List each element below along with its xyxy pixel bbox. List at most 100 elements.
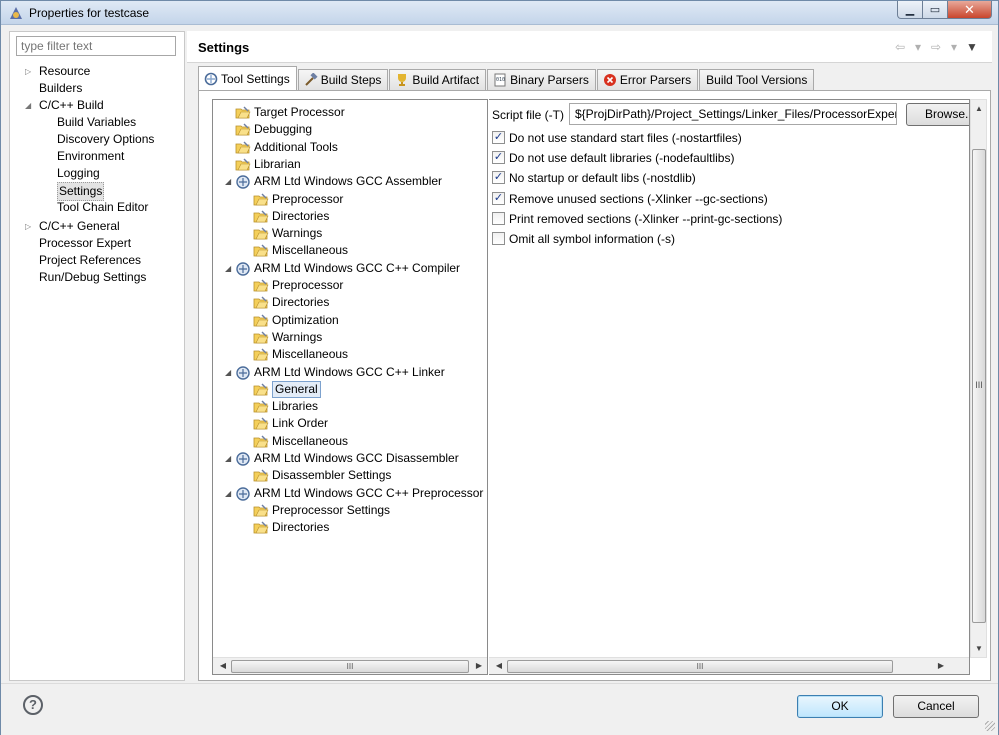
nav-item-label: Build Variables [57,115,137,129]
tree-item-label: Disassembler Settings [272,468,392,483]
tree-item[interactable]: ◢ ARM Ltd Windows GCC Assembler [225,173,475,190]
options-horizontal-scrollbar[interactable]: ◀ III ▶ [489,657,969,674]
cancel-button[interactable]: Cancel [893,695,979,718]
tree-item-label: Miscellaneous [272,243,349,258]
tree-item[interactable]: Warnings [253,225,493,242]
tab-error-parsers[interactable]: Error Parsers [596,69,699,90]
nav-item[interactable]: ▷ C/C++ General [10,218,180,235]
checked-icon[interactable]: ✓ [492,131,505,144]
tree-item[interactable]: ◢ ARM Ltd Windows GCC C++ Preprocessor [225,485,483,502]
nav-item[interactable]: Project References [10,252,180,269]
scroll-left-icon[interactable]: ◀ [491,658,507,674]
scroll-left-icon[interactable]: ◀ [215,658,231,674]
tab-binary-parsers[interactable]: 010 Binary Parsers [487,69,596,90]
nav-item[interactable]: Settings [10,182,180,201]
expand-arrow-icon[interactable]: ▷ [25,218,33,235]
help-icon[interactable]: ? [23,695,43,715]
tree-item[interactable]: Librarian [235,156,475,173]
linker-option-label: Remove unused sections (-Xlinker --gc-se… [509,191,768,206]
collapse-arrow-icon[interactable]: ◢ [225,173,233,190]
scroll-right-icon[interactable]: ▶ [933,658,949,674]
linker-option-checkbox[interactable]: ✓ Do not use standard start files (-nosta… [492,130,932,146]
tree-item[interactable]: Directories [253,208,493,225]
options-vertical-scrollbar[interactable]: ▲ III ▼ [970,99,987,658]
scroll-thumb[interactable]: III [972,149,986,623]
checked-icon[interactable]: ✓ [492,191,505,205]
tree-item[interactable]: Preprocessor [253,191,493,208]
scroll-thumb[interactable]: III [507,660,893,673]
tree-item[interactable]: Miscellaneous [253,433,493,450]
forward-arrow-icon[interactable]: ⇨ [928,40,944,54]
tree-item[interactable]: Warnings [253,329,493,346]
view-menu-icon[interactable]: ▼ [964,40,980,54]
tree-item-label: Preprocessor [272,191,344,206]
linker-option-checkbox[interactable]: Print removed sections (-Xlinker --print… [492,211,932,227]
close-button[interactable]: ✕ [948,1,992,19]
scroll-down-icon[interactable]: ▼ [971,641,987,657]
tree-item[interactable]: Preprocessor [253,277,493,294]
tree-item[interactable]: ◢ ARM Ltd Windows GCC C++ Compiler [225,260,475,277]
resize-grip[interactable] [985,721,995,731]
tree-item-label: General [272,380,321,398]
tab-build-tool-versions[interactable]: Build Tool Versions [699,69,815,90]
collapse-arrow-icon[interactable]: ◢ [225,364,233,381]
nav-item[interactable]: Tool Chain Editor [10,199,180,216]
tab-build-artifact[interactable]: Build Artifact [389,69,487,90]
nav-item[interactable]: Processor Expert [10,235,180,252]
nav-item[interactable]: Discovery Options [10,131,180,148]
settings-folder-icon [253,416,269,432]
nav-item[interactable]: Run/Debug Settings [10,269,180,286]
tree-item[interactable]: Additional Tools [235,139,475,156]
tree-item[interactable]: Miscellaneous [253,242,493,259]
nav-item[interactable]: Build Variables [10,114,180,131]
tree-item-label: ARM Ltd Windows GCC C++ Linker [254,364,445,379]
nav-item[interactable]: Builders [10,80,180,97]
checked-icon[interactable]: ✓ [492,171,505,185]
checked-icon[interactable]: ✓ [492,151,505,165]
tree-item[interactable]: Link Order [253,415,493,432]
collapse-arrow-icon[interactable]: ◢ [25,97,33,114]
linker-option-checkbox[interactable]: ✓ Remove unused sections (-Xlinker --gc-s… [492,191,932,207]
tree-item[interactable]: Disassembler Settings [253,467,493,484]
filter-input[interactable] [16,36,176,56]
tree-item[interactable]: ◢ ARM Ltd Windows GCC Disassembler [225,450,475,467]
tab-build-steps[interactable]: Build Steps [297,69,389,90]
back-menu-icon[interactable]: ▾ [910,40,926,54]
tree-item[interactable]: Directories [253,294,493,311]
browse-button[interactable]: Browse... [906,103,969,126]
expand-arrow-icon[interactable]: ▷ [25,63,33,80]
tree-item[interactable]: General [253,380,493,398]
linker-option-checkbox[interactable]: ✓ Do not use default libraries (-nodefaul… [492,150,932,166]
scroll-right-icon[interactable]: ▶ [471,658,487,674]
script-file-field[interactable]: ${ProjDirPath}/Project_Settings/Linker_F… [569,103,897,125]
linker-option-checkbox[interactable]: ✓ No startup or default libs (-nostdlib) [492,170,932,186]
ok-button[interactable]: OK [797,695,883,718]
tree-item[interactable]: Preprocessor Settings [253,502,493,519]
back-arrow-icon[interactable]: ⇦ [892,40,908,54]
unchecked-icon[interactable] [492,232,505,245]
unchecked-icon[interactable] [492,211,505,225]
tree-item[interactable]: Target Processor [235,104,475,121]
title-bar[interactable]: Properties for testcase ▁ ▭ ✕ [1,1,998,25]
forward-menu-icon[interactable]: ▾ [946,40,962,54]
linker-option-checkbox[interactable]: Omit all symbol information (-s) [492,231,932,247]
tree-item[interactable]: Miscellaneous [253,346,493,363]
collapse-arrow-icon[interactable]: ◢ [225,450,233,467]
tree-item[interactable]: ◢ ARM Ltd Windows GCC C++ Linker [225,364,475,381]
tab-tool-settings[interactable]: Tool Settings [198,66,297,90]
nav-item[interactable]: ◢ C/C++ Build [10,97,180,114]
tree-item[interactable]: Directories [253,519,493,536]
minimize-button[interactable]: ▁ [897,1,923,19]
tree-item[interactable]: Optimization [253,312,493,329]
scroll-up-icon[interactable]: ▲ [971,101,987,117]
collapse-arrow-icon[interactable]: ◢ [225,260,233,277]
tree-horizontal-scrollbar[interactable]: ◀ III ▶ [213,657,487,674]
nav-item[interactable]: Environment [10,148,180,165]
tree-item[interactable]: Debugging [235,121,475,138]
collapse-arrow-icon[interactable]: ◢ [225,485,233,502]
tree-item[interactable]: Libraries [253,398,493,415]
scroll-thumb[interactable]: III [231,660,469,673]
nav-item[interactable]: ▷ Resource [10,63,180,80]
maximize-button[interactable]: ▭ [923,1,948,19]
nav-item[interactable]: Logging [10,165,180,182]
